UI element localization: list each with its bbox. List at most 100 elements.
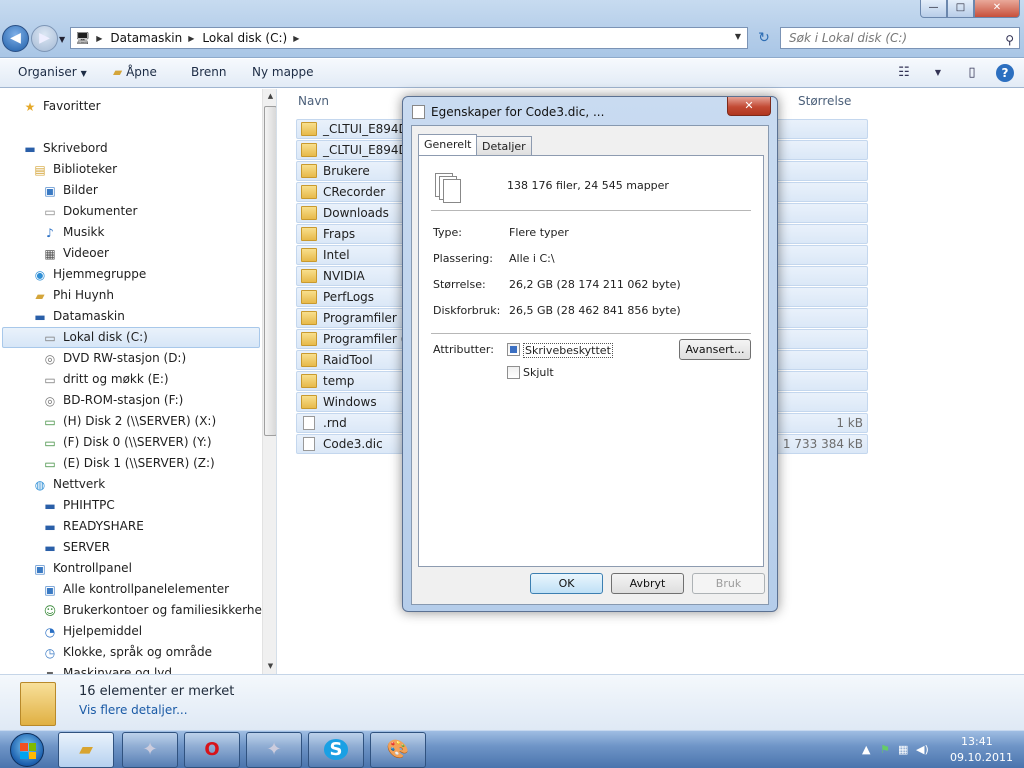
apply-button[interactable]: Bruk [692, 573, 765, 594]
breadcrumb-local-disk[interactable]: Lokal disk (C:) [202, 31, 287, 45]
breadcrumb-chevron-icon[interactable]: ▶ [96, 34, 102, 43]
sidebar-item[interactable]: ◎ BD-ROM-stasjon (F:) [42, 390, 184, 411]
back-button[interactable]: ◀ [2, 25, 29, 52]
open-button[interactable]: ▰ Åpne [113, 65, 157, 79]
sidebar-item[interactable]: ▬ PHIHTPC [42, 495, 114, 516]
videos-icon: ▦ [44, 246, 56, 261]
skype-icon: S [323, 739, 349, 760]
file-icon [303, 437, 315, 451]
column-name[interactable]: Navn [298, 94, 329, 108]
starcraft-icon: ✦ [142, 739, 158, 760]
sidebar-item-label: BD-ROM-stasjon (F:) [63, 393, 184, 407]
sidebar-item[interactable]: ▦ Videoer [42, 243, 109, 264]
size-label: Størrelse: [433, 278, 486, 291]
file-name: Windows [323, 395, 377, 409]
close-window-button[interactable]: ✕ [974, 0, 1020, 18]
sidebar-item[interactable]: ◍ Nettverk [32, 474, 105, 495]
new-folder-button[interactable]: Ny mappe [252, 65, 314, 79]
folder-icon: ▰ [79, 739, 93, 760]
view-options-icon[interactable]: ☷ [894, 63, 914, 83]
start-button[interactable] [2, 731, 54, 768]
sidebar-item[interactable]: ◉ Hjemmegruppe [32, 264, 147, 285]
sidebar-item[interactable]: ▬ Datamaskin [32, 306, 125, 327]
organize-label: Organiser [18, 65, 77, 79]
tab-details[interactable]: Detaljer [476, 136, 532, 157]
organize-button[interactable]: Organiser ▼ [18, 65, 87, 79]
show-hidden-icons-icon[interactable]: ▲ [862, 743, 870, 756]
preview-pane-icon[interactable]: ▯ [962, 63, 982, 83]
forward-button[interactable]: ▶ [31, 25, 58, 52]
sidebar-item[interactable]: ☺ Brukerkontoer og familiesikkerhet [42, 600, 267, 621]
address-dropdown-icon[interactable]: ▼ [735, 32, 741, 41]
help-icon[interactable]: ? [996, 64, 1014, 82]
sidebar-item[interactable]: ◷ Klokke, språk og område [42, 642, 212, 663]
sidebar-item[interactable]: ◔ Hjelpemiddel [42, 621, 142, 642]
taskbar-explorer[interactable]: ▰ [58, 732, 114, 768]
sidebar-item[interactable]: ▬ Skrivebord [22, 138, 107, 159]
sidebar-item[interactable]: ▭ Lokal disk (C:) [2, 327, 260, 348]
sidebar-item[interactable]: ◎ DVD RW-stasjon (D:) [42, 348, 186, 369]
address-bar[interactable]: 🖥 ▶ Datamaskin ▶ Lokal disk (C:) ▶ ▼ [70, 27, 748, 49]
file-name: Programfiler [323, 311, 397, 325]
search-icon[interactable]: ⚲ [1005, 30, 1014, 50]
sidebar-item[interactable]: ▣ Kontrollpanel [32, 558, 132, 579]
advanced-button[interactable]: Avansert... [679, 339, 751, 360]
sidebar-item[interactable]: ▭ (F) Disk 0 (\\SERVER) (Y:) [42, 432, 211, 453]
file-name: CRecorder [323, 185, 386, 199]
sidebar-item[interactable]: ▰ Phi Huynh [32, 285, 114, 306]
sidebar-item[interactable]: ★ Favoritter [22, 96, 101, 117]
folder-icon [301, 353, 317, 367]
taskbar-starcraft-2[interactable]: ✦ [246, 732, 302, 768]
taskbar-starcraft[interactable]: ✦ [122, 732, 178, 768]
taskbar-skype[interactable]: S [308, 732, 364, 768]
dialog-body: Generelt Detaljer 138 176 filer, 24 545 … [411, 125, 769, 605]
search-input[interactable]: Søk i Lokal disk (C:) ⚲ [780, 27, 1020, 49]
sidebar-item[interactable]: ▭ (H) Disk 2 (\\SERVER) (X:) [42, 411, 216, 432]
recent-pages-dropdown-icon[interactable]: ▼ [59, 35, 65, 44]
nav-scrollbar[interactable]: ▲ ▼ [262, 89, 276, 674]
sidebar-item[interactable]: ▬ READYSHARE [42, 516, 143, 537]
clock-date[interactable]: 09.10.2011 [950, 751, 1013, 764]
network-icon[interactable]: ▦ [898, 743, 908, 756]
sidebar-item[interactable]: ▭ (E) Disk 1 (\\SERVER) (Z:) [42, 453, 214, 474]
scroll-down-icon[interactable]: ▼ [263, 659, 276, 674]
ok-button[interactable]: OK [530, 573, 603, 594]
sidebar-item[interactable]: ♪ Musikk [42, 222, 104, 243]
cancel-button[interactable]: Avbryt [611, 573, 684, 594]
file-size: 1 kB [836, 416, 863, 430]
readonly-checkbox[interactable] [507, 343, 520, 356]
details-pane: 16 elementer er merket Vis flere detalje… [0, 674, 1024, 730]
computer-icon: ▬ [34, 309, 46, 324]
taskbar-paint[interactable]: 🎨 [370, 732, 426, 768]
burn-button[interactable]: Brenn [191, 65, 227, 79]
sidebar-item[interactable]: ▣ Bilder [42, 180, 98, 201]
hidden-checkbox[interactable] [507, 366, 520, 379]
maximize-button[interactable]: □ [947, 0, 974, 18]
clock-time[interactable]: 13:41 [961, 735, 993, 748]
breadcrumb-computer[interactable]: Datamaskin [110, 31, 182, 45]
windows-logo-icon [10, 733, 44, 767]
sidebar-item[interactable]: ▪ Maskinvare og lyd [42, 663, 172, 674]
minimize-button[interactable]: — [920, 0, 947, 18]
taskbar-opera[interactable]: O [184, 732, 240, 768]
action-center-icon[interactable]: ⚑ [880, 743, 890, 756]
scroll-thumb[interactable] [264, 106, 276, 436]
chevron-down-icon[interactable]: ▼ [928, 63, 948, 83]
sidebar-item[interactable]: ▭ Dokumenter [42, 201, 137, 222]
dialog-close-button[interactable]: ✕ [727, 97, 771, 116]
control-panel-icon: ▣ [44, 582, 56, 597]
scroll-up-icon[interactable]: ▲ [263, 89, 276, 104]
column-size[interactable]: Størrelse [798, 94, 851, 108]
sidebar-item[interactable]: ▬ SERVER [42, 537, 110, 558]
sidebar-item[interactable]: ▤ Biblioteker [32, 159, 117, 180]
breadcrumb-chevron-icon[interactable]: ▶ [293, 34, 299, 43]
tab-general[interactable]: Generelt [418, 134, 478, 157]
sidebar-item[interactable]: ▭ dritt og møkk (E:) [42, 369, 168, 390]
show-more-details-link[interactable]: Vis flere detaljer... [79, 703, 188, 717]
refresh-button[interactable]: ↻ [752, 27, 776, 49]
volume-icon[interactable]: ◀) [916, 743, 929, 756]
readonly-label[interactable]: Skrivebeskyttet [523, 343, 613, 358]
breadcrumb-chevron-icon[interactable]: ▶ [188, 34, 194, 43]
hidden-label[interactable]: Skjult [523, 366, 554, 379]
sidebar-item[interactable]: ▣ Alle kontrollpanelelementer [42, 579, 229, 600]
